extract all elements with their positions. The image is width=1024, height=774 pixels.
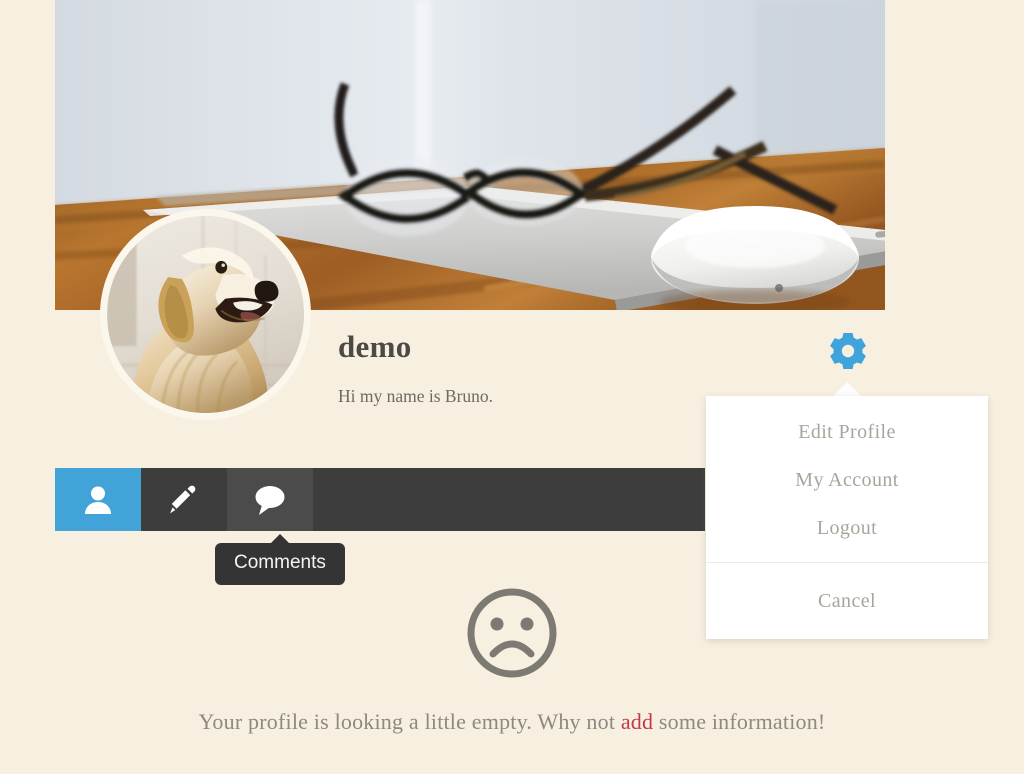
- page-title: demo: [338, 329, 412, 364]
- tabbar-filler: [313, 468, 705, 531]
- avatar[interactable]: [100, 209, 311, 420]
- profile-page: demo Hi my name is Bruno. Edit Profile M…: [0, 0, 1024, 774]
- tab-comments[interactable]: [227, 468, 313, 531]
- tab-profile[interactable]: [55, 468, 141, 531]
- pencil-icon: [170, 485, 196, 513]
- gear-icon: [830, 333, 866, 369]
- avatar-photo: [107, 216, 304, 413]
- frowning-face-icon: [467, 588, 557, 678]
- empty-text-before: Your profile is looking a little empty. …: [198, 709, 621, 734]
- settings-dropdown-menu[interactable]: Edit Profile My Account Logout Cancel: [706, 396, 988, 639]
- settings-gear-button[interactable]: [826, 329, 870, 373]
- menu-item-my-account[interactable]: My Account: [706, 456, 988, 504]
- caret-up-icon: [832, 382, 862, 397]
- empty-state-message: Your profile is looking a little empty. …: [0, 709, 1024, 735]
- identity-block: demo Hi my name is Bruno.: [338, 329, 758, 407]
- menu-item-cancel[interactable]: Cancel: [706, 577, 988, 625]
- tab-tooltip: Comments: [215, 534, 345, 585]
- user-icon: [85, 486, 111, 514]
- dropdown-primary-group: Edit Profile My Account Logout: [706, 396, 988, 562]
- add-information-link[interactable]: add: [621, 709, 653, 734]
- menu-item-logout[interactable]: Logout: [706, 504, 988, 552]
- profile-bio: Hi my name is Bruno.: [338, 386, 494, 407]
- menu-item-edit-profile[interactable]: Edit Profile: [706, 408, 988, 456]
- avatar-image-clip: [107, 216, 304, 413]
- tab-edit[interactable]: [141, 468, 227, 531]
- profile-tabbar: [55, 468, 705, 531]
- comment-bubble-icon: [255, 485, 285, 515]
- empty-text-after: some information!: [653, 709, 826, 734]
- dropdown-secondary-group: Cancel: [706, 563, 988, 639]
